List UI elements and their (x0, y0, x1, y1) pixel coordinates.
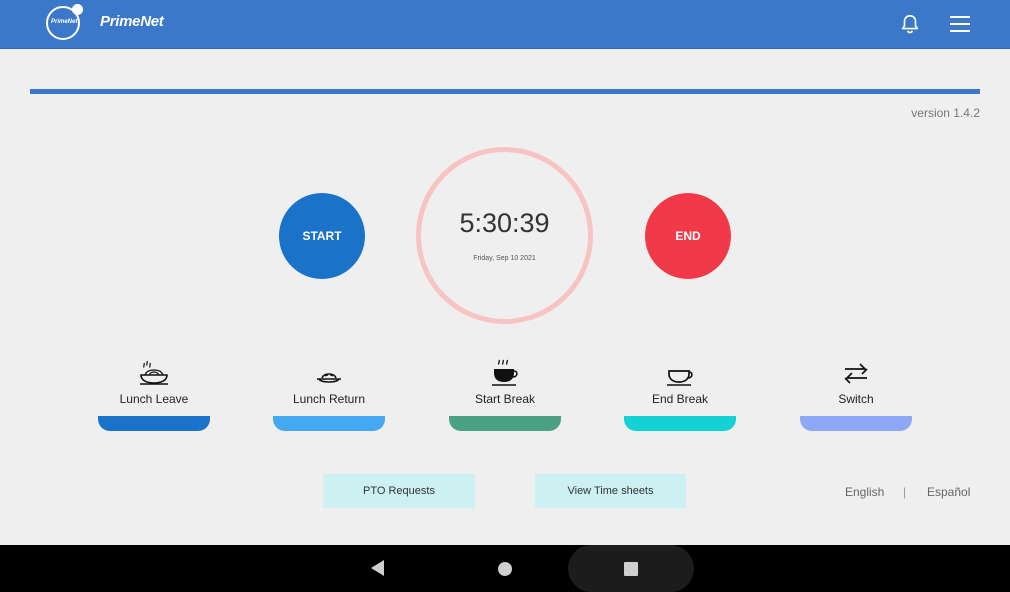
hamburger-menu-icon[interactable] (949, 14, 971, 34)
recent-apps-icon[interactable] (624, 562, 638, 576)
back-icon[interactable] (369, 559, 387, 577)
clock-time: 5:30:39 (459, 208, 550, 238)
action-label: Switch (838, 392, 874, 406)
start-button[interactable]: START (279, 193, 365, 279)
action-bar (273, 416, 385, 431)
action-label: Lunch Return (292, 392, 366, 406)
switch-button[interactable]: Switch (800, 357, 912, 431)
action-bar (449, 416, 561, 431)
empty-cup-icon (667, 370, 693, 386)
action-label: Start Break (474, 392, 536, 406)
lunch-leave-button[interactable]: Lunch Leave (98, 357, 210, 431)
brand-name: PrimeNet (100, 13, 164, 30)
action-bar (800, 416, 912, 431)
end-break-button[interactable]: End Break (624, 357, 736, 431)
swap-arrows-icon (844, 363, 868, 384)
action-bar (624, 416, 736, 431)
clock-date: Friday, Sep 10 2021 (473, 255, 536, 262)
language-spanish-link[interactable]: Español (927, 485, 970, 499)
home-icon[interactable] (498, 562, 512, 576)
action-bar (98, 416, 210, 431)
hot-coffee-icon (492, 359, 518, 386)
logo-mark-text: PrimeNet (51, 19, 78, 25)
noodle-bowl-icon (140, 360, 168, 385)
action-label: Lunch Leave (119, 392, 189, 406)
end-button[interactable]: END (645, 193, 731, 279)
notification-bell-icon[interactable] (899, 13, 921, 35)
start-break-button[interactable]: Start Break (449, 357, 561, 431)
language-english-link[interactable]: English (845, 485, 884, 499)
view-timesheets-button[interactable]: View Time sheets (535, 474, 686, 508)
logo-icon: PrimeNet (46, 4, 83, 40)
pto-requests-button[interactable]: PTO Requests (323, 474, 475, 508)
system-navigation-bar (0, 545, 1010, 592)
divider-line (30, 89, 980, 94)
food-plate-icon (317, 373, 341, 383)
lunch-return-button[interactable]: Lunch Return (273, 357, 385, 431)
language-separator: | (903, 485, 907, 499)
action-label: End Break (651, 392, 709, 406)
version-label: version 1.4.2 (911, 106, 980, 120)
app-header: PrimeNet PrimeNet (0, 0, 1010, 49)
